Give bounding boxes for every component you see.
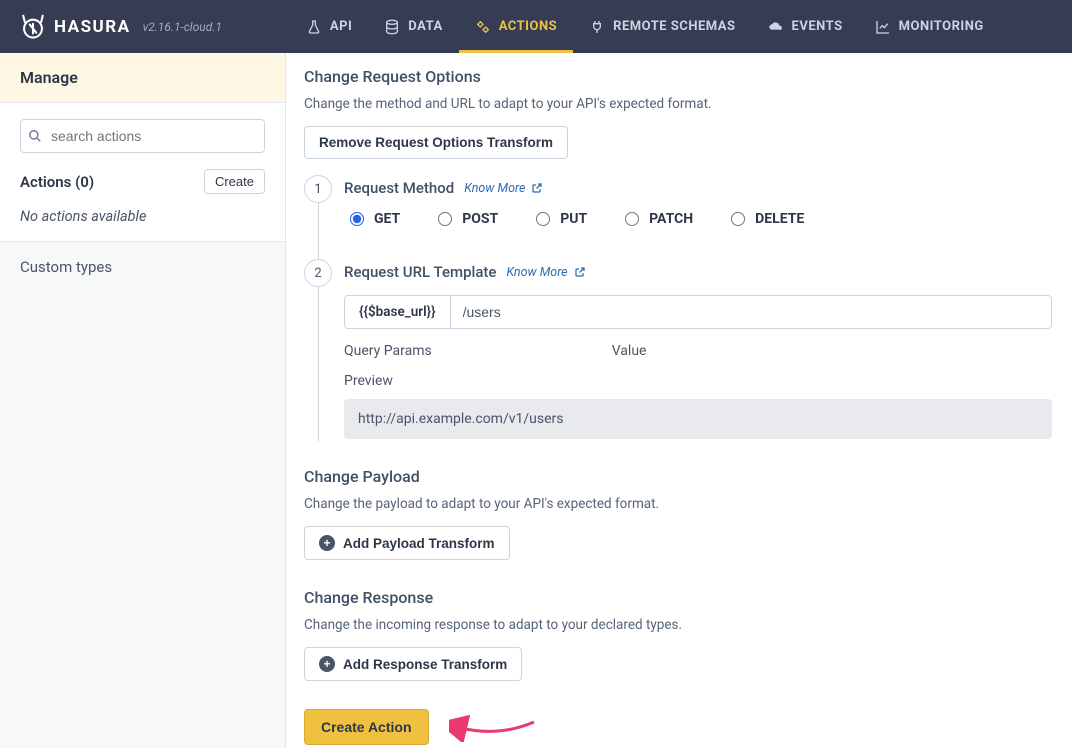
payload-title: Change Payload [304,467,1052,486]
actions-count: Actions (0) [20,173,94,191]
database-icon [384,19,400,35]
plus-icon: + [319,535,335,551]
nav-actions[interactable]: ACTIONS [459,0,573,53]
nav-events[interactable]: EVENTS [752,0,859,53]
create-row: Create Action [304,709,1052,745]
remove-request-options-button[interactable]: Remove Request Options Transform [304,126,568,159]
response-title: Change Response [304,588,1052,607]
url-template-input[interactable] [450,295,1052,329]
value-label: Value [612,343,647,359]
brand-text: HASURA [54,17,131,37]
plug-icon [589,19,605,35]
no-actions-text: No actions available [20,208,265,225]
query-params-label: Query Params [344,343,432,359]
nav-monitoring[interactable]: MONITORING [859,0,1000,53]
sidebar-manage-header[interactable]: Manage [0,53,285,103]
search-icon [28,129,42,143]
nav-remote-schemas[interactable]: REMOTE SCHEMAS [573,0,751,53]
hasura-logo-icon [20,14,46,40]
nav-api[interactable]: API [290,0,368,53]
section-response: Change Response Change the incoming resp… [304,588,1052,681]
method-get[interactable]: GET [350,211,400,227]
step-request-method: 1 Request Method Know More GET POST PUT … [344,179,1052,263]
external-link-icon [531,182,543,194]
cloud-icon [768,19,784,35]
request-options-desc: Change the method and URL to adapt to yo… [304,96,1052,112]
method-patch[interactable]: PATCH [625,211,693,227]
step2-know-more[interactable]: Know More [506,265,585,280]
sidebar-actions-panel: Actions (0) Create No actions available [0,103,285,242]
add-response-transform-button[interactable]: + Add Response Transform [304,647,522,681]
flask-icon [306,19,322,35]
top-navbar: HASURA v2.16.1-cloud.1 API DATA ACTIONS … [0,0,1072,53]
step-url-template: 2 Request URL Template Know More {{$base… [344,263,1052,439]
preview-box: http://api.example.com/v1/users [344,399,1052,439]
create-action-button[interactable]: Create Action [304,709,429,745]
payload-desc: Change the payload to adapt to your API'… [304,496,1052,512]
add-payload-transform-button[interactable]: + Add Payload Transform [304,526,510,560]
external-link-icon [574,266,586,278]
search-box [20,119,265,153]
response-desc: Change the incoming response to adapt to… [304,617,1052,633]
step-badge-1: 1 [304,175,332,203]
step2-title: Request URL Template [344,263,496,281]
plus-icon: + [319,656,335,672]
create-action-sidebar-button[interactable]: Create [204,169,265,194]
step-badge-2: 2 [304,259,332,287]
search-input[interactable] [20,119,265,153]
sidebar-custom-types[interactable]: Custom types [0,242,285,292]
sidebar: Manage Actions (0) Create No actions ava… [0,53,286,748]
gears-icon [475,19,491,35]
url-prefix: {{$base_url}} [344,295,450,329]
step1-know-more[interactable]: Know More [464,181,543,196]
method-radio-group: GET POST PUT PATCH DELETE [344,211,1052,227]
request-options-title: Change Request Options [304,67,1052,86]
step1-title: Request Method [344,179,454,197]
method-delete[interactable]: DELETE [731,211,804,227]
arrow-annotation-icon [449,712,539,742]
nav-data[interactable]: DATA [368,0,458,53]
section-payload: Change Payload Change the payload to ada… [304,467,1052,560]
brand-logo[interactable]: HASURA v2.16.1-cloud.1 [20,14,222,40]
preview-label: Preview [344,373,1052,389]
method-post[interactable]: POST [438,211,498,227]
section-request-options: Change Request Options Change the method… [304,67,1052,439]
nav-items: API DATA ACTIONS REMOTE SCHEMAS EVENTS M… [290,0,1000,53]
chart-icon [875,19,891,35]
method-put[interactable]: PUT [536,211,587,227]
version-text: v2.16.1-cloud.1 [143,20,222,34]
main-content: Change Request Options Change the method… [286,53,1072,748]
